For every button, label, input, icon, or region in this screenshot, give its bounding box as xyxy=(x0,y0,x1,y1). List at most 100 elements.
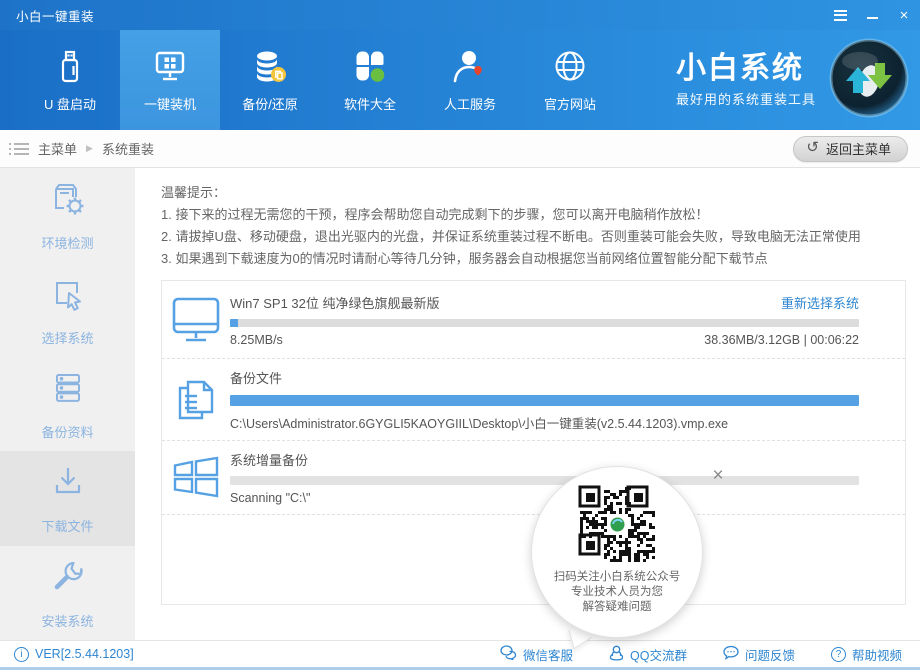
footer-link-label: 问题反馈 xyxy=(745,645,795,664)
qr-line-3: 解答疑难问题 xyxy=(554,600,681,615)
nav-item-software[interactable]: 软件大全 xyxy=(320,30,420,130)
nav-label: U 盘启动 xyxy=(44,94,96,113)
qr-popup-close-icon[interactable]: × xyxy=(706,464,730,488)
env-check-icon xyxy=(47,178,89,225)
download-icon xyxy=(47,461,89,508)
download-progress-bar xyxy=(230,319,859,327)
download-title: Win7 SP1 32位 纯净绿色旗舰最新版 xyxy=(230,293,440,312)
person-heart-icon xyxy=(450,47,490,87)
incremental-backup-section: 系统增量备份 Scanning "C:\" xyxy=(162,441,905,515)
version-text: VER[2.5.44.1203] xyxy=(35,647,134,661)
sidebar-item-backup-data[interactable]: 备份资料 xyxy=(0,357,135,451)
sidebar-label: 选择系统 xyxy=(41,328,93,347)
breadcrumb-bar: 主菜单 ▶ 系统重装 ↺ 返回主菜单 xyxy=(0,130,920,168)
footer-link-label: QQ交流群 xyxy=(630,645,687,664)
download-body: Win7 SP1 32位 纯净绿色旗舰最新版 重新选择系统 8.25MB/s 3… xyxy=(230,293,905,347)
tips-block: 温馨提示： 1. 接下来的过程无需您的干预，程序会帮助您自动完成剩下的步骤，您可… xyxy=(135,168,920,270)
backup-progress-bar xyxy=(230,395,859,406)
sidebar-item-install-system[interactable]: 安装系统 xyxy=(0,546,135,640)
clover-icon xyxy=(350,47,390,87)
nav-item-usb-boot[interactable]: U 盘启动 xyxy=(20,30,120,130)
brand-tagline: 最好用的系统重装工具 xyxy=(676,89,816,108)
windows-logo-icon xyxy=(162,455,230,501)
info-icon: i xyxy=(14,647,29,662)
select-system-icon xyxy=(47,273,89,320)
database-icon xyxy=(250,47,290,87)
monitor-icon xyxy=(162,295,230,345)
nav-item-backup-restore[interactable]: 备份/还原 xyxy=(220,30,320,130)
download-progress-fill xyxy=(230,319,238,327)
nav-label: 备份/还原 xyxy=(242,94,298,113)
sidebar: 环境检测 选择系统 xyxy=(0,168,135,640)
footer-link-label: 帮助视频 xyxy=(852,645,902,664)
nav-label: 人工服务 xyxy=(444,94,496,113)
qr-line-1: 扫码关注小白系统公众号 xyxy=(554,570,681,585)
nav-item-one-click-install[interactable]: 一键装机 xyxy=(120,30,220,130)
breadcrumb-root[interactable]: 主菜单 xyxy=(38,139,77,158)
nav-item-support[interactable]: 人工服务 xyxy=(420,30,520,130)
tip-line-3: 3. 如果遇到下载速度为0的情况时请耐心等待几分钟，服务器会自动根据您当前网络位… xyxy=(161,248,900,270)
brand-area: 小白系统 最好用的系统重装工具 xyxy=(676,30,920,130)
footer-bar: i VER[2.5.44.1203] 微信客服 xyxy=(0,640,920,670)
app-window: 小白一键重装 × U 盘启动 xyxy=(0,0,920,670)
qq-group-link[interactable]: QQ交流群 xyxy=(609,645,687,664)
sidebar-item-env-check[interactable]: 环境检测 xyxy=(0,168,135,262)
tips-title: 温馨提示： xyxy=(161,182,900,204)
reselect-system-link[interactable]: 重新选择系统 xyxy=(781,293,859,312)
globe-icon xyxy=(550,47,590,87)
back-to-main-menu-button[interactable]: ↺ 返回主菜单 xyxy=(793,136,908,162)
close-button[interactable]: × xyxy=(888,0,920,30)
incremental-title: 系统增量备份 xyxy=(230,450,308,469)
body: 环境检测 选择系统 xyxy=(0,168,920,640)
back-arrow-icon: ↺ xyxy=(806,140,819,155)
documents-icon xyxy=(162,374,230,426)
nav-label: 一键装机 xyxy=(144,94,196,113)
window-title: 小白一键重装 xyxy=(0,6,94,25)
main-content: 温馨提示： 1. 接下来的过程无需您的干预，程序会帮助您自动完成剩下的步骤，您可… xyxy=(135,168,920,640)
minimize-button[interactable] xyxy=(856,0,888,30)
question-icon: ? xyxy=(831,647,846,662)
incremental-progress-bar xyxy=(230,476,859,485)
brand-name: 小白系统 xyxy=(676,52,816,87)
sidebar-label: 安装系统 xyxy=(41,611,93,630)
qr-popup-text: 扫码关注小白系统公众号 专业技术人员为您 解答疑难问题 xyxy=(554,570,681,615)
download-speed: 8.25MB/s xyxy=(230,333,283,347)
nav-label: 官方网站 xyxy=(544,94,596,113)
wechat-support-link[interactable]: 微信客服 xyxy=(500,645,573,664)
tip-line-2: 2. 请拔掉U盘、移动硬盘，退出光驱内的光盘，并保证系统重装过程不断电。否则重装… xyxy=(161,226,900,248)
sidebar-label: 下载文件 xyxy=(41,516,93,535)
help-video-link[interactable]: ? 帮助视频 xyxy=(831,645,902,664)
title-bar: 小白一键重装 × xyxy=(0,0,920,30)
sidebar-label: 环境检测 xyxy=(41,233,93,252)
feedback-link[interactable]: 问题反馈 xyxy=(723,645,795,664)
sidebar-item-select-system[interactable]: 选择系统 xyxy=(0,262,135,356)
nav-label: 软件大全 xyxy=(344,94,396,113)
qq-penguin-icon xyxy=(609,645,624,664)
server-stack-icon xyxy=(47,367,89,414)
version-area: i VER[2.5.44.1203] xyxy=(14,647,134,662)
backup-section: 备份文件 C:\Users\Administrator.6GYGLI5KAOYG… xyxy=(162,359,905,441)
footer-link-label: 微信客服 xyxy=(523,645,573,664)
sidebar-item-download-files[interactable]: 下载文件 xyxy=(0,451,135,545)
download-progress-text: 38.36MB/3.12GB | 00:06:22 xyxy=(704,333,859,347)
download-section: Win7 SP1 32位 纯净绿色旗舰最新版 重新选择系统 8.25MB/s 3… xyxy=(162,281,905,359)
incremental-status: Scanning "C:\" xyxy=(230,491,310,505)
breadcrumb-current: 系统重装 xyxy=(102,139,154,158)
menu-icon[interactable] xyxy=(824,0,856,30)
monitor-windows-icon xyxy=(150,47,190,87)
wechat-icon xyxy=(500,645,517,663)
qr-popup: 扫码关注小白系统公众号 专业技术人员为您 解答疑难问题 xyxy=(531,466,703,638)
brand-logo-icon xyxy=(828,37,910,124)
sidebar-label: 备份资料 xyxy=(41,422,93,441)
header-nav: U 盘启动 一键装机 xyxy=(0,30,920,130)
window-controls: × xyxy=(824,0,920,30)
chevron-right-icon: ▶ xyxy=(86,143,93,154)
backup-path: C:\Users\Administrator.6GYGLI5KAOYGIIL\D… xyxy=(230,413,728,432)
chat-bubble-icon xyxy=(723,645,739,663)
list-icon xyxy=(14,143,29,155)
qr-line-2: 专业技术人员为您 xyxy=(554,585,681,600)
backup-body: 备份文件 C:\Users\Administrator.6GYGLI5KAOYG… xyxy=(230,368,905,432)
wrench-icon xyxy=(47,556,89,603)
nav-item-website[interactable]: 官方网站 xyxy=(520,30,620,130)
backup-progress-fill xyxy=(230,395,859,406)
